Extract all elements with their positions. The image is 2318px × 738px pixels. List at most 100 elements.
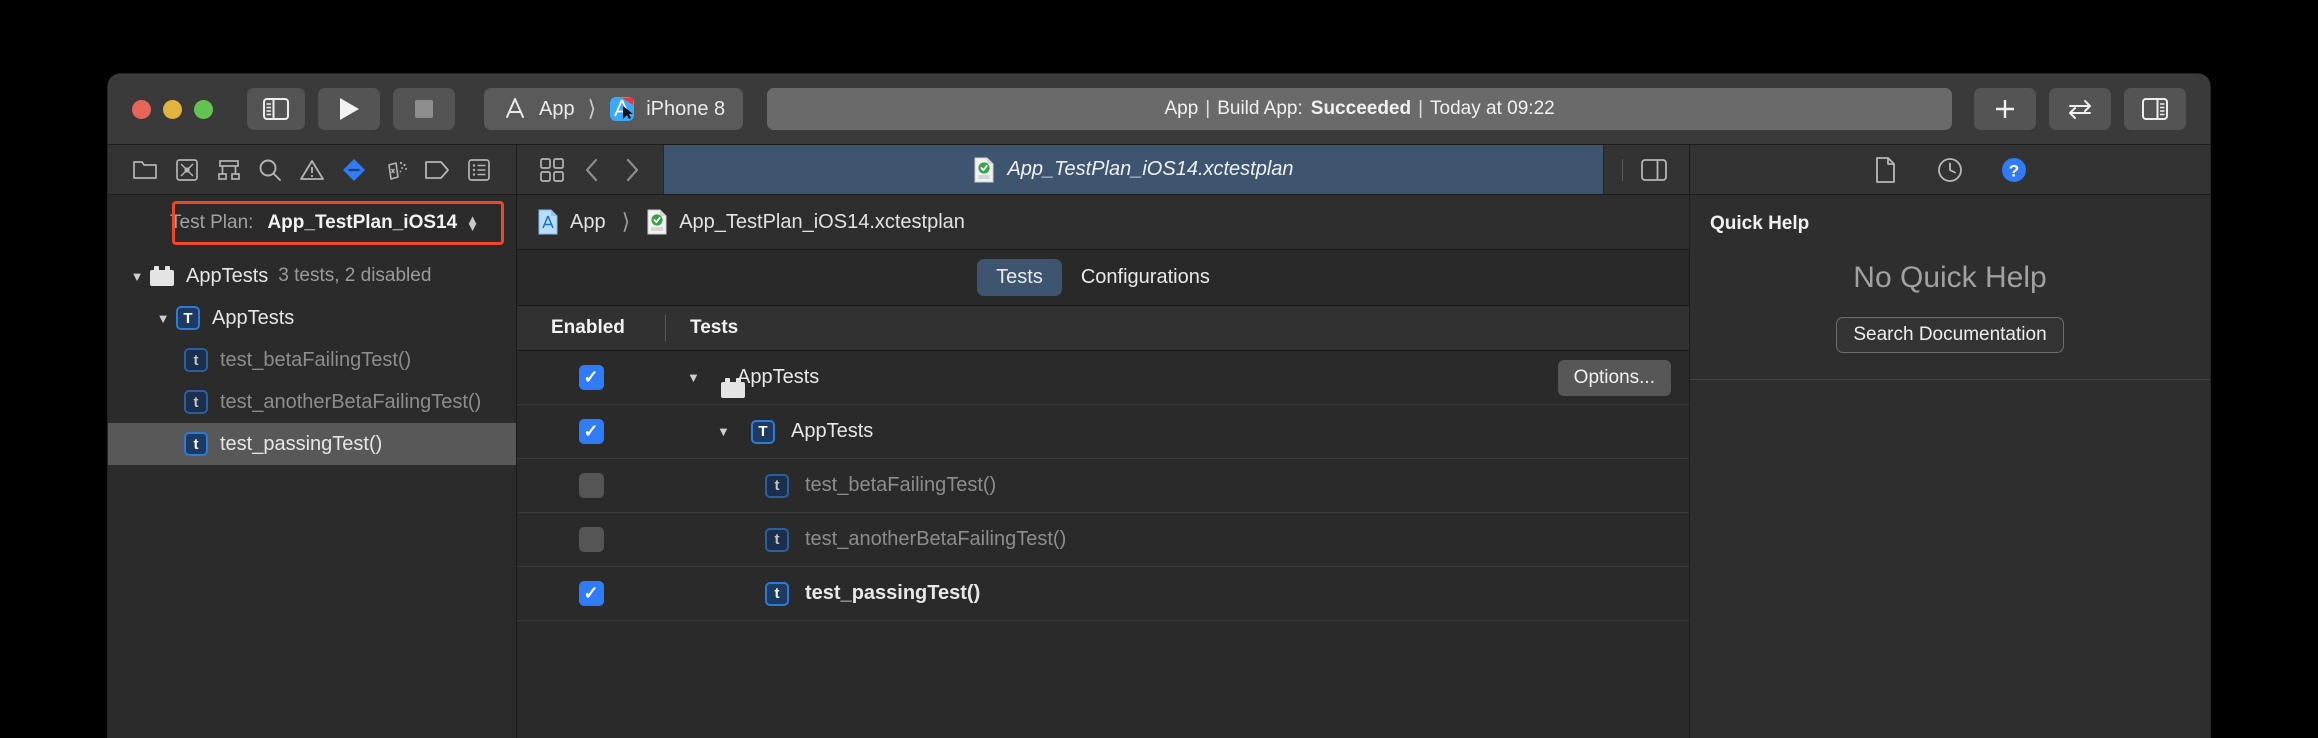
tree-row-test-passingtest[interactable]: t test_passingTest() bbox=[108, 423, 516, 465]
tree-row-apptests-bundle[interactable]: ▼ AppTests 3 tests, 2 disabled bbox=[108, 255, 516, 297]
table-row[interactable]: t test_betaFailingTest() bbox=[517, 459, 1689, 513]
table-row[interactable]: t test_anotherBetaFailingTest() bbox=[517, 513, 1689, 567]
tests-cell: t test_passingTest() bbox=[665, 581, 1689, 606]
test-plan-stepper[interactable]: ▲ ▼ bbox=[466, 213, 480, 234]
breadcrumb-item-app[interactable]: App bbox=[570, 211, 606, 234]
back-button[interactable] bbox=[575, 153, 609, 187]
minimize-button[interactable] bbox=[163, 99, 182, 119]
activity-status-bar[interactable]: App | Build App: Succeeded | Today at 09… bbox=[767, 88, 1952, 130]
screen: App ⟩ iPhone 8 App | Build App: Succeede… bbox=[0, 0, 2318, 738]
source-control-navigator-tab[interactable] bbox=[172, 155, 202, 185]
disclosure-triangle-icon[interactable]: ▼ bbox=[150, 311, 176, 326]
scheme-destination-label: iPhone 8 bbox=[646, 97, 726, 120]
scheme-selector[interactable]: App ⟩ iPhone 8 bbox=[484, 88, 744, 130]
test-plan-label: Test Plan: bbox=[170, 212, 254, 233]
zoom-button[interactable] bbox=[194, 99, 213, 119]
navigator-tab-bar bbox=[108, 145, 516, 195]
history-inspector-tab[interactable] bbox=[1933, 153, 1967, 187]
scheme-target-icon bbox=[502, 96, 528, 122]
toggle-inspector-button[interactable] bbox=[2124, 88, 2186, 130]
breakpoint-navigator-tab[interactable] bbox=[422, 155, 452, 185]
forward-button[interactable] bbox=[615, 153, 649, 187]
tests-cell: ▼ AppTests bbox=[665, 366, 1689, 398]
swap-editors-button[interactable] bbox=[2049, 88, 2111, 130]
stop-button[interactable] bbox=[393, 88, 455, 130]
disclosure-triangle-icon[interactable]: ▼ bbox=[124, 269, 150, 284]
tree-row-test-betafailingtest[interactable]: t test_betaFailingTest() bbox=[108, 339, 516, 381]
find-navigator-tab[interactable] bbox=[255, 155, 285, 185]
enabled-checkbox[interactable]: ✓ bbox=[578, 419, 604, 444]
tree-row-apptests-class[interactable]: ▼ T AppTests bbox=[108, 297, 516, 339]
quick-help-title: Quick Help bbox=[1710, 213, 1810, 234]
status-time: Today at 09:22 bbox=[1430, 98, 1555, 119]
enabled-cell: ✓ bbox=[517, 419, 665, 444]
test-class-icon: T bbox=[751, 419, 775, 444]
search-documentation-button[interactable]: Search Documentation bbox=[1836, 317, 2064, 353]
scheme-destination-icon bbox=[609, 96, 635, 122]
editor-divider bbox=[1622, 153, 1623, 187]
enabled-cell bbox=[517, 473, 665, 498]
row-label: test_passingTest() bbox=[805, 582, 981, 604]
enabled-checkbox[interactable] bbox=[578, 527, 604, 552]
report-list-icon bbox=[468, 158, 490, 181]
toolbar-right-group bbox=[1974, 88, 2186, 130]
sidebar-left-icon bbox=[263, 98, 289, 120]
editor-tab-bar: App_TestPlan_iOS14.xctestplan bbox=[517, 145, 1689, 195]
enabled-checkbox[interactable] bbox=[578, 473, 604, 498]
test-plan-row: Test Plan: App_TestPlan_iOS14 ▲ ▼ bbox=[108, 195, 516, 251]
run-button[interactable] bbox=[318, 88, 380, 130]
tests-table-body: ✓ ▼ AppTests Options... ✓ ▼ T AppTests t… bbox=[517, 351, 1689, 738]
symbol-navigator-tab[interactable] bbox=[214, 155, 244, 185]
add-editor-button[interactable] bbox=[1974, 88, 2036, 130]
test-method-icon: t bbox=[184, 390, 208, 414]
debug-navigator-tab[interactable] bbox=[381, 155, 411, 185]
toggle-editor-inspector-button[interactable] bbox=[1637, 153, 1671, 187]
issue-navigator-tab[interactable] bbox=[297, 155, 327, 185]
report-navigator-tab[interactable] bbox=[464, 155, 494, 185]
disclosure-triangle-icon[interactable]: ▼ bbox=[687, 370, 709, 385]
editor-tab-controls bbox=[517, 145, 663, 194]
toggle-navigator-button[interactable] bbox=[247, 88, 305, 130]
status-result: Succeeded bbox=[1310, 98, 1412, 119]
tests-cell: t test_anotherBetaFailingTest() bbox=[665, 527, 1689, 552]
toolbar: App ⟩ iPhone 8 App | Build App: Succeede… bbox=[108, 74, 2210, 145]
status-sep-1: | bbox=[1205, 98, 1211, 119]
close-button[interactable] bbox=[132, 99, 151, 119]
table-row[interactable]: ✓ ▼ T AppTests bbox=[517, 405, 1689, 459]
test-navigator-tab[interactable] bbox=[339, 155, 369, 185]
editor-tab-testplan[interactable]: App_TestPlan_iOS14.xctestplan bbox=[663, 145, 1604, 194]
tree-row-test-anotherbetafailingtest[interactable]: t test_anotherBetaFailingTest() bbox=[108, 381, 516, 423]
file-inspector-tab[interactable] bbox=[1869, 153, 1903, 187]
folder-icon bbox=[133, 160, 157, 180]
main-panes: Test Plan: App_TestPlan_iOS14 ▲ ▼ ▼ AppT… bbox=[108, 145, 2210, 738]
breadcrumb-item-testplan[interactable]: App_TestPlan_iOS14.xctestplan bbox=[679, 211, 965, 234]
plus-icon bbox=[1993, 97, 2017, 121]
hierarchy-icon bbox=[217, 159, 241, 181]
testplan-segmented-control: Tests Configurations bbox=[977, 259, 1229, 296]
tab-configurations[interactable]: Configurations bbox=[1062, 259, 1229, 296]
quick-help-inspector-tab[interactable]: ? bbox=[1997, 153, 2031, 187]
tab-tests[interactable]: Tests bbox=[977, 259, 1062, 296]
source-control-icon bbox=[175, 158, 198, 181]
editor-layout-controls bbox=[1604, 145, 1689, 194]
column-header-enabled: Enabled bbox=[551, 317, 625, 338]
editor-pane: App_TestPlan_iOS14.xctestplan App ⟩ App_… bbox=[517, 145, 1689, 738]
chevron-down-icon: ▼ bbox=[466, 219, 480, 234]
test-class-icon: T bbox=[176, 306, 200, 330]
scheme-target-label: App bbox=[539, 97, 575, 120]
play-icon bbox=[338, 97, 360, 121]
table-row[interactable]: ✓ ▼ AppTests Options... bbox=[517, 351, 1689, 405]
testplan-icon bbox=[646, 209, 668, 235]
disclosure-triangle-icon[interactable]: ▼ bbox=[717, 424, 739, 439]
test-plan-value[interactable]: App_TestPlan_iOS14 bbox=[267, 212, 457, 234]
inspector-tab-bar: ? bbox=[1690, 145, 2210, 195]
tree-detail: 3 tests, 2 disabled bbox=[278, 265, 432, 286]
testplan-segmented-control-bar: Tests Configurations bbox=[517, 250, 1689, 306]
project-navigator-tab[interactable] bbox=[130, 155, 160, 185]
enabled-checkbox[interactable]: ✓ bbox=[578, 365, 604, 390]
multiple-editors-button[interactable] bbox=[535, 153, 569, 187]
xcode-window: App ⟩ iPhone 8 App | Build App: Succeede… bbox=[108, 74, 2210, 738]
table-row[interactable]: ✓ t test_passingTest() bbox=[517, 567, 1689, 621]
options-button[interactable]: Options... bbox=[1557, 359, 1671, 396]
enabled-checkbox[interactable]: ✓ bbox=[578, 581, 604, 606]
